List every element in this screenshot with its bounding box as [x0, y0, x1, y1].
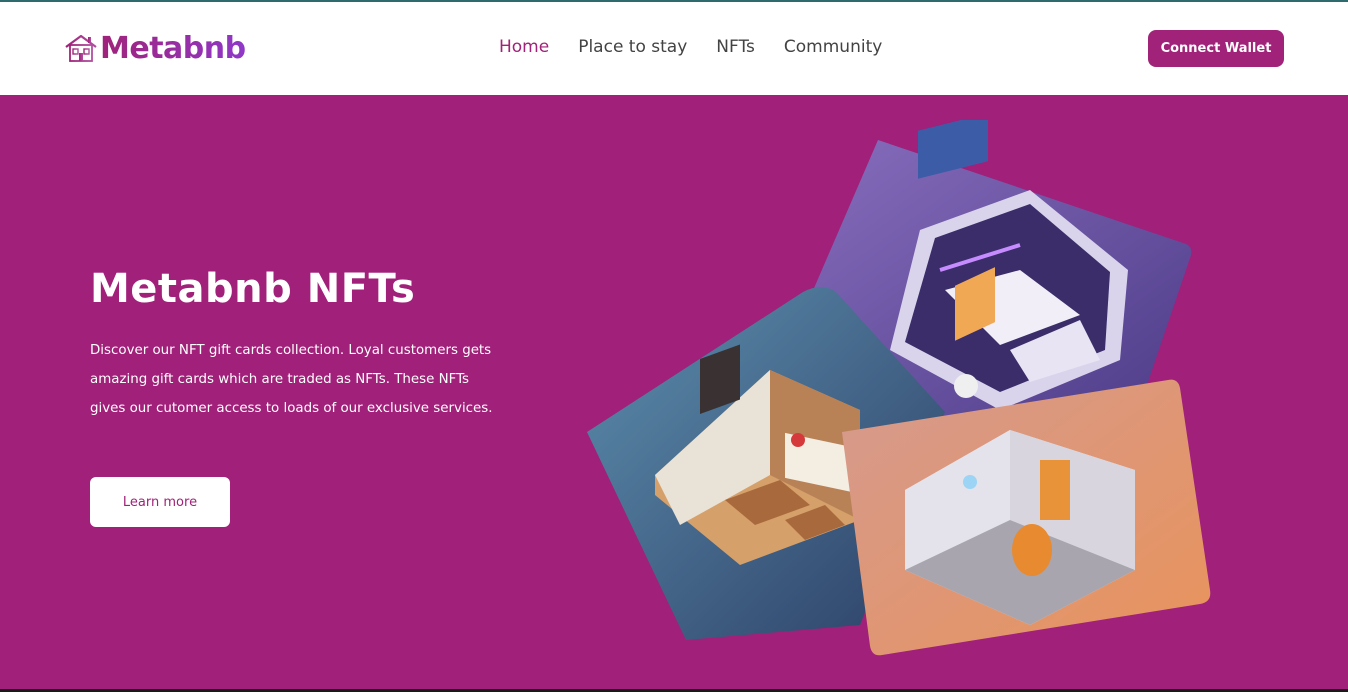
hero-description: Discover our NFT gift cards collection. …: [90, 343, 493, 416]
main-nav: Home Place to stay NFTs Community: [499, 37, 882, 57]
hero-nft-collage: [587, 120, 1211, 656]
hero-title: Metabnb NFTs: [90, 266, 416, 312]
connect-wallet-button[interactable]: Connect Wallet: [1148, 30, 1284, 67]
nav-home[interactable]: Home: [499, 37, 549, 57]
logo-text: Metabnb: [100, 30, 246, 66]
house-icon: [65, 34, 97, 62]
nav-community[interactable]: Community: [784, 37, 882, 57]
site-header: Metabnb Home Place to stay NFTs Communit…: [0, 2, 1348, 95]
learn-more-button[interactable]: Learn more: [90, 477, 230, 527]
nav-place-to-stay[interactable]: Place to stay: [578, 37, 687, 57]
nav-nfts[interactable]: NFTs: [716, 37, 755, 57]
logo-link[interactable]: Metabnb: [64, 30, 246, 66]
